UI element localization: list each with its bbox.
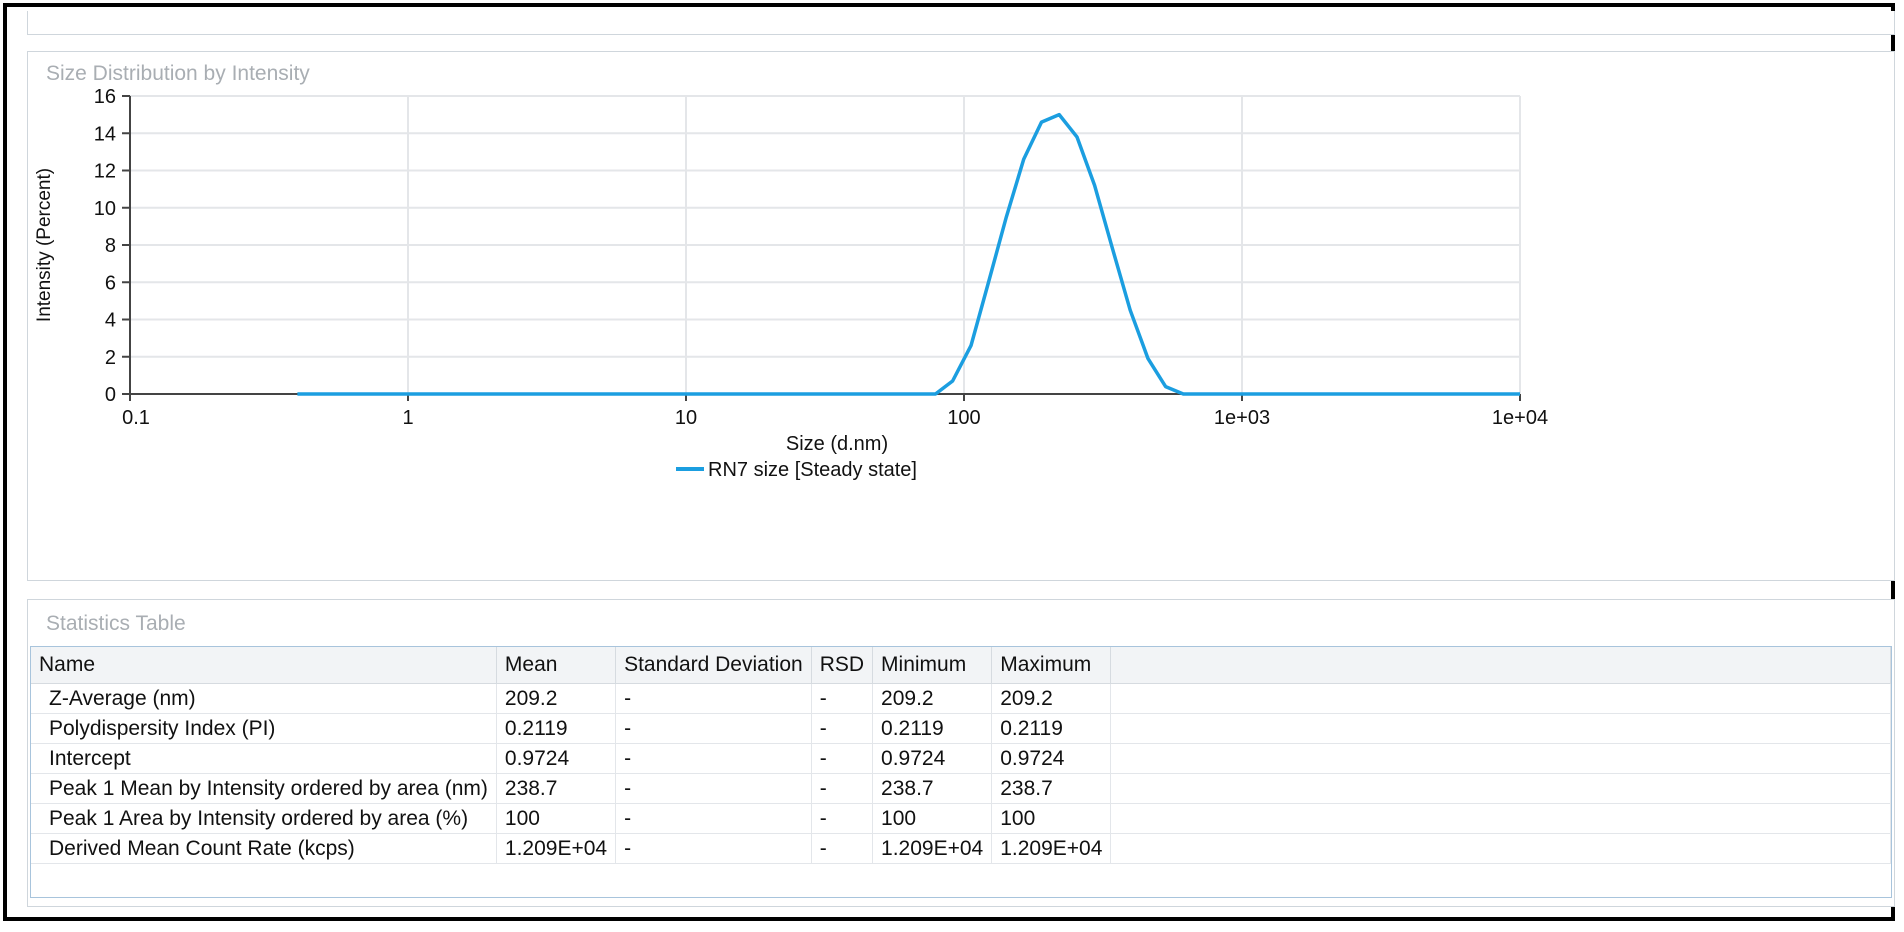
statistics-table: Name Mean Standard Deviation RSD Minimum… <box>31 647 1891 864</box>
table-cell: 0.9724 <box>991 743 1112 774</box>
table-cell: - <box>811 803 874 834</box>
x-tick-label: 10 <box>675 407 697 429</box>
chart-legend: RN7 size [Steady state] <box>676 459 917 481</box>
y-tick-label: 12 <box>94 161 116 183</box>
table-cell-filler <box>1110 803 1891 834</box>
table-cell: 0.2119 <box>872 713 993 744</box>
statistics-panel-title: Statistics Table <box>46 612 186 635</box>
table-cell: 238.7 <box>872 773 993 804</box>
x-tick-label: 1 <box>402 407 413 429</box>
y-tick-label: 6 <box>105 272 116 294</box>
y-tick-label: 10 <box>94 198 116 220</box>
table-cell: 0.9724 <box>872 743 993 774</box>
column-header-mean[interactable]: Mean <box>496 647 617 684</box>
column-header-standard-deviation[interactable]: Standard Deviation <box>615 647 812 684</box>
table-cell: 209.2 <box>872 683 993 714</box>
table-cell: Peak 1 Area by Intensity ordered by area… <box>31 803 497 834</box>
y-tick-label: 2 <box>105 347 116 369</box>
table-cell: - <box>615 713 812 744</box>
top-panel-edge <box>27 11 1895 35</box>
table-header-row: Name Mean Standard Deviation RSD Minimum… <box>31 647 1891 684</box>
table-cell: 100 <box>991 803 1112 834</box>
size-distribution-chart: 0 2 4 6 8 10 12 14 16 0.1 1 10 100 1e+03 1e+04 Size (d… <box>34 86 1548 481</box>
x-tick-label: 1e+04 <box>1492 407 1548 429</box>
size-distribution-panel: Size Distribution by Intensity 0 2 4 6 8 10 12… <box>27 51 1895 581</box>
table-cell: - <box>615 773 812 804</box>
x-tick-label: 1e+03 <box>1214 407 1270 429</box>
table-row[interactable]: Z-Average (nm) 209.2- -209.2 209.2 <box>31 683 1891 714</box>
table-cell: 0.2119 <box>991 713 1112 744</box>
table-cell-filler <box>1110 773 1891 804</box>
table-cell: - <box>811 773 874 804</box>
column-header-rsd[interactable]: RSD <box>811 647 874 684</box>
table-cell: - <box>811 833 874 864</box>
statistics-panel: Statistics Table Name Mean Standard Devi… <box>27 599 1895 907</box>
table-row[interactable]: Peak 1 Area by Intensity ordered by area… <box>31 803 1891 834</box>
table-row[interactable]: Derived Mean Count Rate (kcps) 1.209E+04-… <box>31 833 1891 864</box>
table-cell: - <box>615 833 812 864</box>
table-cell: 1.209E+04 <box>872 833 993 864</box>
column-header-maximum[interactable]: Maximum <box>991 647 1112 684</box>
y-tick-label: 0 <box>105 384 116 406</box>
table-row[interactable]: Peak 1 Mean by Intensity ordered by area… <box>31 773 1891 804</box>
x-tick-label: 0.1 <box>122 407 150 429</box>
y-tick-label: 14 <box>94 123 116 145</box>
table-cell: - <box>811 743 874 774</box>
table-cell: - <box>615 743 812 774</box>
statistics-table-container: Name Mean Standard Deviation RSD Minimum… <box>30 646 1892 898</box>
table-cell: Z-Average (nm) <box>31 683 497 714</box>
column-header-minimum[interactable]: Minimum <box>872 647 993 684</box>
table-row[interactable]: Intercept 0.9724- -0.9724 0.9724 <box>31 743 1891 774</box>
table-row[interactable]: Polydispersity Index (PI) 0.2119- -0.2119 0… <box>31 713 1891 744</box>
table-cell-filler <box>1110 833 1891 864</box>
table-cell: Derived Mean Count Rate (kcps) <box>31 833 497 864</box>
series-line <box>297 112 1520 396</box>
table-cell-filler <box>1110 743 1891 774</box>
y-axis-label: Intensity (Percent) <box>34 168 55 322</box>
table-cell: 238.7 <box>991 773 1112 804</box>
table-cell: 1.209E+04 <box>991 833 1112 864</box>
table-cell: 209.2 <box>991 683 1112 714</box>
table-cell: 209.2 <box>496 683 617 714</box>
table-cell: - <box>615 803 812 834</box>
table-cell: 100 <box>872 803 993 834</box>
window-frame: Size Distribution by Intensity 0 2 4 6 8 10 12… <box>3 3 1895 921</box>
table-cell: 1.209E+04 <box>496 833 617 864</box>
y-tick-label: 4 <box>105 310 116 332</box>
table-cell: Polydispersity Index (PI) <box>31 713 497 744</box>
table-cell-filler <box>1110 683 1891 714</box>
table-cell-filler <box>1110 713 1891 744</box>
legend-label: RN7 size [Steady state] <box>708 459 917 481</box>
column-header-name[interactable]: Name <box>31 647 497 684</box>
table-cell: 100 <box>496 803 617 834</box>
table-cell: 0.2119 <box>496 713 617 744</box>
y-tick-label: 16 <box>94 86 116 108</box>
y-tick-label: 8 <box>105 235 116 257</box>
table-cell: 238.7 <box>496 773 617 804</box>
table-cell: - <box>615 683 812 714</box>
table-cell: Peak 1 Mean by Intensity ordered by area… <box>31 773 497 804</box>
table-cell: - <box>811 683 874 714</box>
x-axis-label: Size (d.nm) <box>786 433 888 455</box>
table-cell: Intercept <box>31 743 497 774</box>
table-cell: - <box>811 713 874 744</box>
x-tick-label: 100 <box>947 407 980 429</box>
table-cell: 0.9724 <box>496 743 617 774</box>
column-header-filler <box>1110 647 1891 684</box>
